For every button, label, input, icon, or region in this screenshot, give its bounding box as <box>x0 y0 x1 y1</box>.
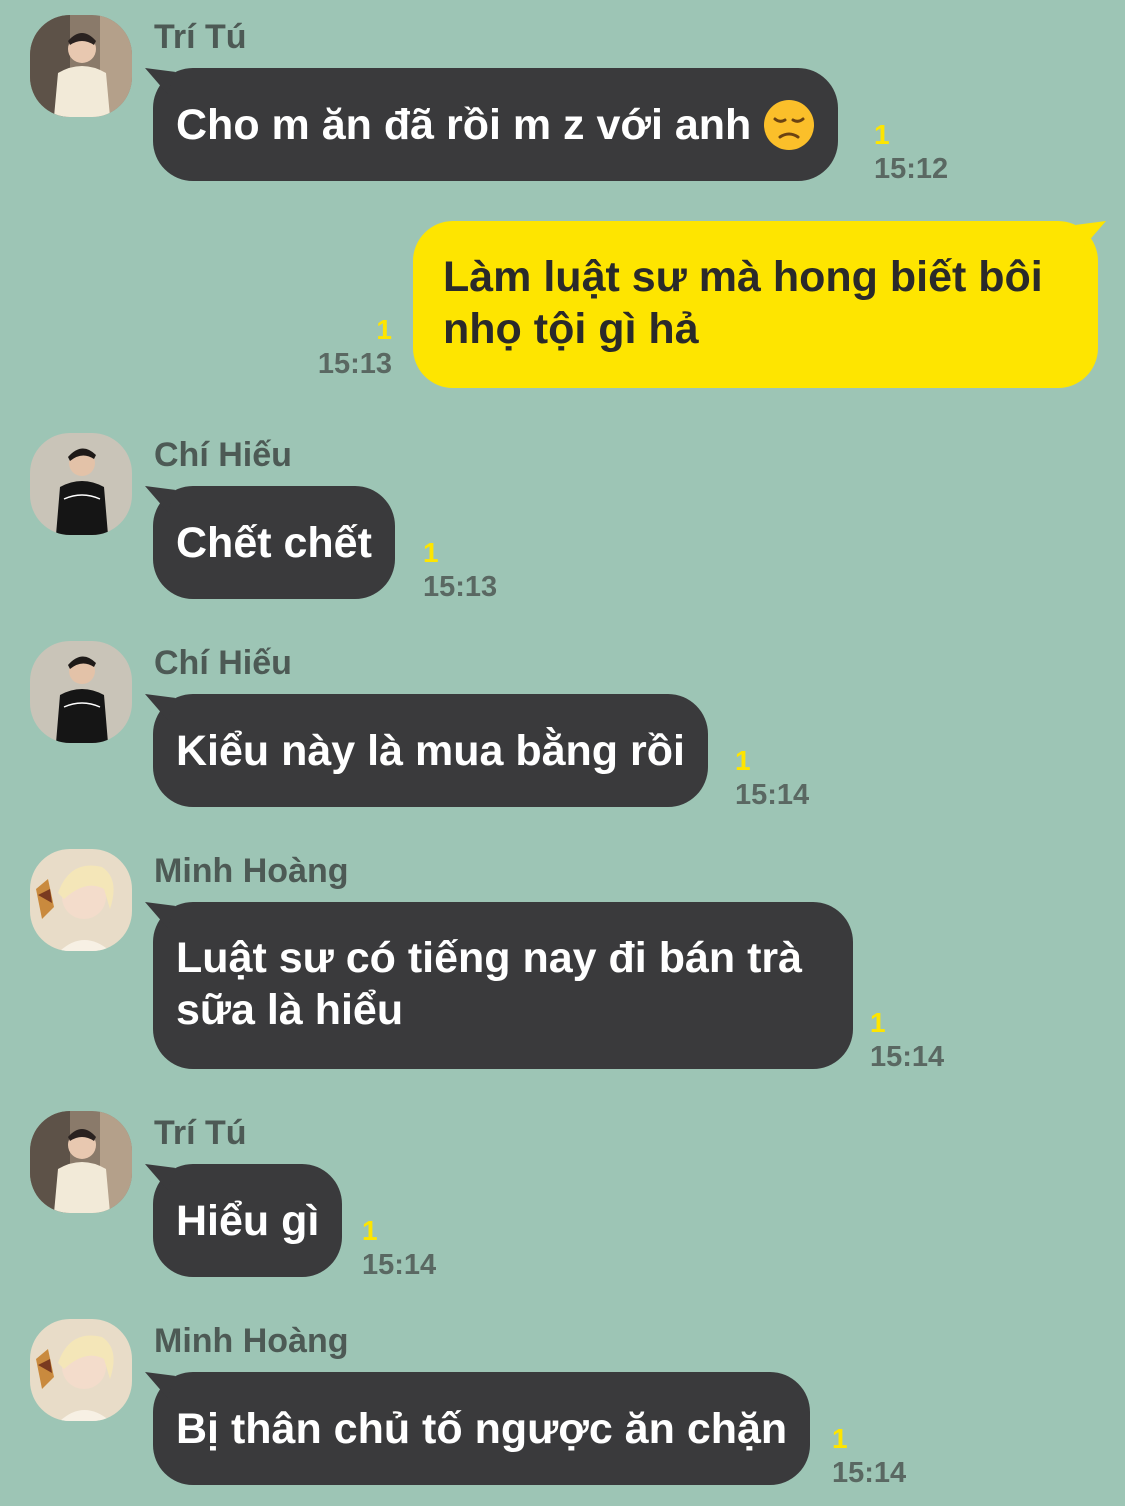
unread-count: 1 <box>874 119 890 150</box>
message-text: Bị thân chủ tố ngược ăn chặn <box>176 1404 788 1453</box>
message-text: Kiểu này là mua bằng rồi <box>176 726 685 775</box>
message-bubble[interactable]: Bị thân chủ tố ngược ăn chặn <box>153 1372 811 1485</box>
avatar-tri-tu[interactable] <box>30 15 132 117</box>
message-row: Chí Hiếu Kiểu này là mua bằng rồi 1 15:1… <box>0 628 1125 828</box>
message-bubble[interactable]: Hiểu gì <box>153 1164 343 1277</box>
profile-photo-icon <box>30 1319 132 1421</box>
unread-count: 1 <box>423 537 439 568</box>
unread-count: 1 <box>832 1423 848 1454</box>
message-text: Cho m ăn đã rồi m z với anh <box>176 100 752 149</box>
profile-photo-icon <box>30 641 132 743</box>
sender-name: Trí Tú <box>154 1114 247 1152</box>
avatar-chi-hieu[interactable] <box>30 641 132 743</box>
timestamp: 15:13 <box>423 571 498 603</box>
message-bubble[interactable]: Cho m ăn đã rồi m z với anh <box>153 68 839 181</box>
profile-photo-icon <box>30 15 132 117</box>
avatar-tri-tu[interactable] <box>30 1111 132 1213</box>
message-row: Minh Hoàng Bị thân chủ tố ngược ăn chặn … <box>0 1306 1125 1506</box>
profile-photo-icon <box>30 849 132 951</box>
avatar-minh-hoang[interactable] <box>30 849 132 951</box>
timestamp: 15:14 <box>735 779 810 811</box>
unread-count: 1 <box>376 314 392 345</box>
message-row-outgoing: 1 15:13 Làm luật sư mà hong biết bôi nhọ… <box>0 200 1125 400</box>
unread-count: 1 <box>362 1215 378 1246</box>
profile-photo-icon <box>30 433 132 535</box>
sender-name: Minh Hoàng <box>154 852 349 890</box>
message-bubble[interactable]: Kiểu này là mua bằng rồi <box>153 694 708 807</box>
message-text: Làm luật sư mà hong biết bôi nhọ tội gì … <box>443 253 1043 353</box>
message-meta: 1 15:14 <box>362 1214 436 1282</box>
profile-photo-icon <box>30 1111 132 1213</box>
message-meta: 1 15:13 <box>423 536 497 604</box>
unread-count: 1 <box>870 1007 886 1038</box>
message-row: Chí Hiếu Chết chết 1 15:13 <box>0 420 1125 620</box>
message-text: Hiểu gì <box>176 1196 320 1245</box>
sender-name: Trí Tú <box>154 18 247 56</box>
message-bubble-outgoing[interactable]: Làm luật sư mà hong biết bôi nhọ tội gì … <box>413 221 1098 388</box>
message-meta: 1 15:14 <box>832 1422 906 1490</box>
message-meta: 1 15:14 <box>870 1006 944 1074</box>
timestamp: 15:14 <box>362 1249 437 1281</box>
message-bubble[interactable]: Luật sư có tiếng nay đi bán trà sữa là h… <box>153 902 853 1069</box>
message-row: Trí Tú Hiểu gì 1 15:14 <box>0 1098 1125 1298</box>
message-text: Chết chết <box>176 518 372 567</box>
sender-name: Minh Hoàng <box>154 1322 349 1360</box>
timestamp: 15:14 <box>870 1041 945 1073</box>
message-meta: 1 15:13 <box>300 313 392 381</box>
message-text: Luật sư có tiếng nay đi bán trà sữa là h… <box>176 934 803 1034</box>
sender-name: Chí Hiếu <box>154 644 292 682</box>
message-row: Minh Hoàng Luật sư có tiếng nay đi bán t… <box>0 836 1125 1086</box>
timestamp: 15:12 <box>874 153 949 185</box>
message-meta: 1 15:14 <box>735 744 809 812</box>
timestamp: 15:14 <box>832 1457 907 1489</box>
message-meta: 1 15:12 <box>874 118 948 186</box>
unread-count: 1 <box>735 745 751 776</box>
message-bubble[interactable]: Chết chết <box>153 486 395 599</box>
timestamp: 15:13 <box>317 348 392 380</box>
avatar-minh-hoang[interactable] <box>30 1319 132 1421</box>
message-row: Trí Tú Cho m ăn đã rồi m z với anh 1 15:… <box>0 0 1125 200</box>
avatar-chi-hieu[interactable] <box>30 433 132 535</box>
sender-name: Chí Hiếu <box>154 436 292 474</box>
disappointed-face-icon <box>764 99 815 150</box>
